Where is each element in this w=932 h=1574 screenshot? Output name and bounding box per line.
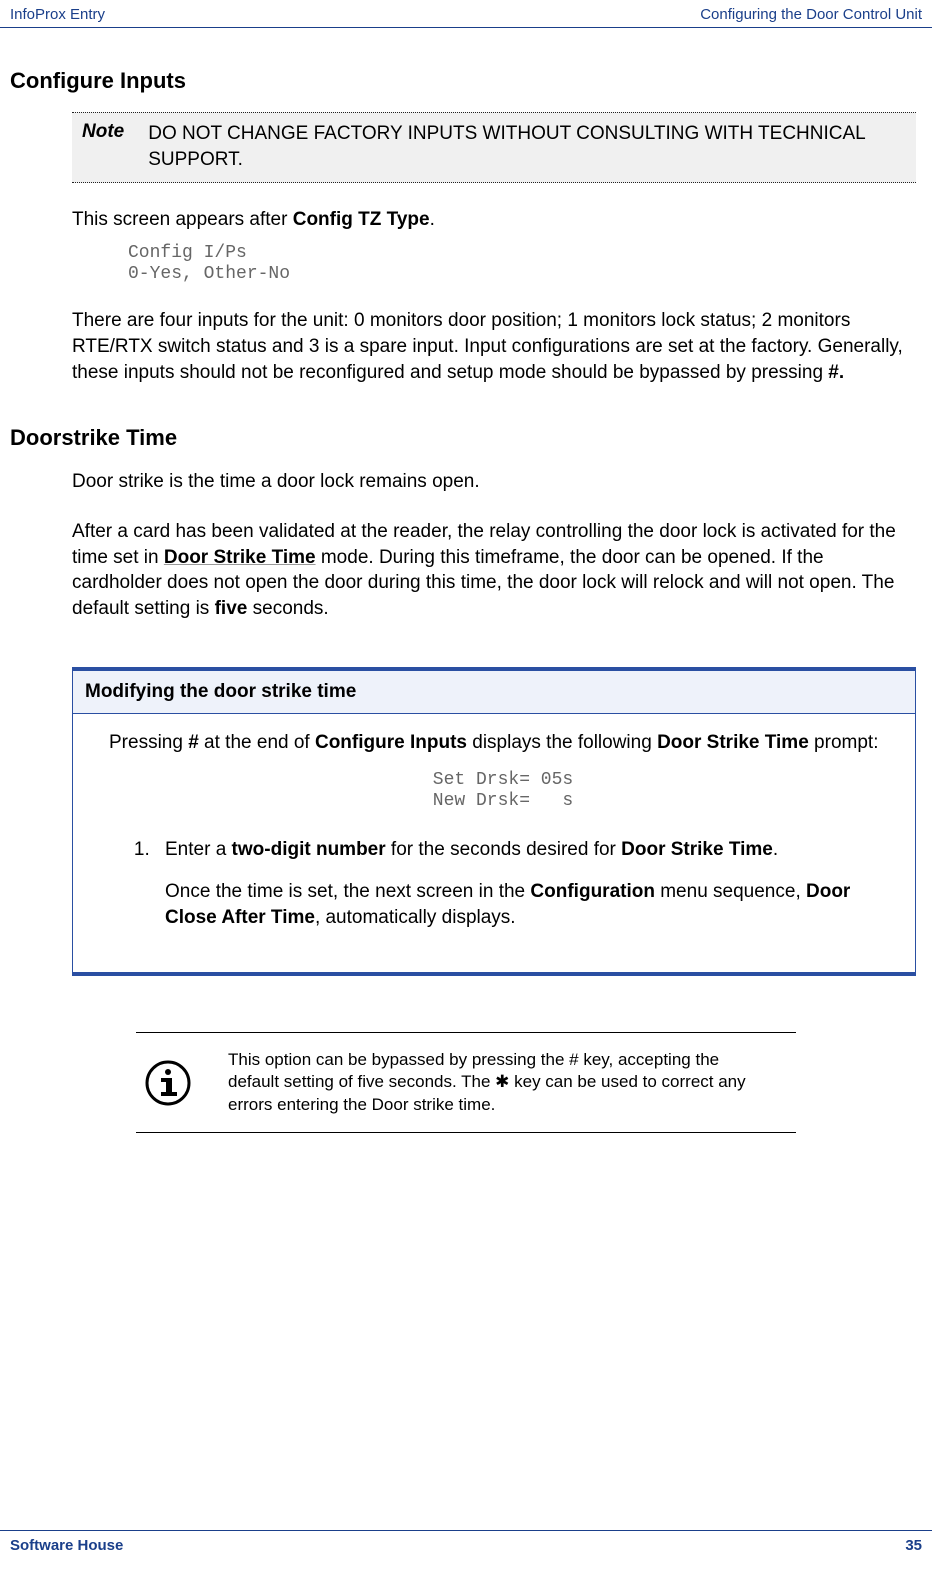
s1-d: Door Strike Time	[621, 839, 773, 860]
p2-b: Door Strike Time	[164, 547, 316, 568]
procedure-title: Modifying the door strike time	[73, 671, 915, 714]
s1-b: two-digit number	[232, 839, 386, 860]
procedure-lead: Pressing # at the end of Configure Input…	[109, 730, 897, 756]
s1-a: Enter a	[165, 839, 232, 860]
step-1: Enter a two-digit number for the seconds…	[155, 837, 897, 930]
lead-d: Configure Inputs	[315, 732, 467, 753]
lead-f: Door Strike Time	[657, 732, 809, 753]
intro-suffix: .	[430, 209, 435, 230]
footer-right: 35	[905, 1537, 922, 1554]
page-header: InfoProx Entry Configuring the Door Cont…	[0, 0, 932, 28]
procedure-steps: Enter a two-digit number for the seconds…	[155, 837, 897, 930]
info-text: This option can be bypassed by pressing …	[228, 1049, 788, 1115]
lead-a: Pressing	[109, 732, 188, 753]
info-icon	[144, 1059, 192, 1107]
lead-e: displays the following	[467, 732, 657, 753]
lead-b: #	[188, 732, 199, 753]
intro-prefix: This screen appears after	[72, 209, 293, 230]
note-text: DO NOT CHANGE FACTORY INPUTS WITHOUT CON…	[148, 121, 906, 172]
note-box: Note DO NOT CHANGE FACTORY INPUTS WITHOU…	[72, 112, 916, 183]
info-callout: This option can be bypassed by pressing …	[136, 1032, 796, 1132]
s1-c: for the seconds desired for	[386, 839, 622, 860]
heading-doorstrike-time: Doorstrike Time	[10, 425, 922, 451]
p2-e: seconds.	[247, 598, 328, 619]
doorstrike-p2: After a card has been validated at the r…	[72, 519, 916, 622]
code-config-ips: Config I/Ps 0-Yes, Other-No	[128, 243, 916, 284]
note-label: Note	[82, 121, 124, 172]
footer-left: Software House	[10, 1537, 123, 1554]
body-before-hash: There are four inputs for the unit: 0 mo…	[72, 310, 903, 382]
s1n-a: Once the time is set, the next screen in…	[165, 881, 530, 902]
configure-inputs-intro: This screen appears after Config TZ Type…	[72, 207, 916, 233]
body-hash: #.	[828, 362, 844, 383]
star-icon: ✱	[495, 1072, 509, 1091]
heading-configure-inputs: Configure Inputs	[10, 68, 922, 94]
lead-c: at the end of	[199, 732, 315, 753]
configure-inputs-body: There are four inputs for the unit: 0 mo…	[72, 308, 916, 385]
intro-bold: Config TZ Type	[293, 209, 430, 230]
header-right: Configuring the Door Control Unit	[700, 6, 922, 23]
s1n-e: , automatically displays.	[315, 907, 516, 928]
page-footer: Software House 35	[0, 1530, 932, 1554]
s1n-c: menu sequence,	[655, 881, 806, 902]
header-left: InfoProx Entry	[10, 6, 105, 23]
s1n-b: Configuration	[530, 881, 655, 902]
lead-g: prompt:	[809, 732, 879, 753]
procedure-box: Modifying the door strike time Pressing …	[72, 667, 916, 976]
s1-e: .	[773, 839, 778, 860]
step-1-note: Once the time is set, the next screen in…	[165, 879, 897, 930]
doorstrike-p1: Door strike is the time a door lock rema…	[72, 469, 916, 495]
p2-d: five	[215, 598, 248, 619]
code-set-drsk: Set Drsk= 05s New Drsk= s	[433, 770, 573, 811]
